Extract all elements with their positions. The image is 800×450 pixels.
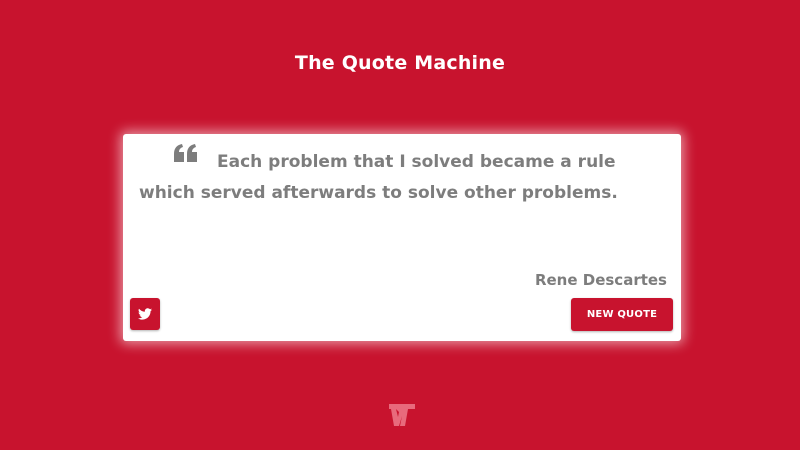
new-quote-button[interactable]: NEW QUOTE: [571, 298, 673, 331]
quote-line-1: Each problem that I solved became a rule: [217, 152, 616, 172]
quote-card: Each problem that I solved became a rule…: [123, 134, 681, 341]
quote-line-2: which served afterwards to solve other p…: [139, 183, 618, 203]
logo-icon: [389, 404, 415, 426]
quote-text: Each problem that I solved became a rule…: [139, 147, 659, 209]
twitter-icon: [138, 308, 152, 320]
tweet-button[interactable]: [130, 298, 160, 330]
quote-author: Rene Descartes: [534, 271, 667, 289]
page-title: The Quote Machine: [294, 52, 506, 74]
